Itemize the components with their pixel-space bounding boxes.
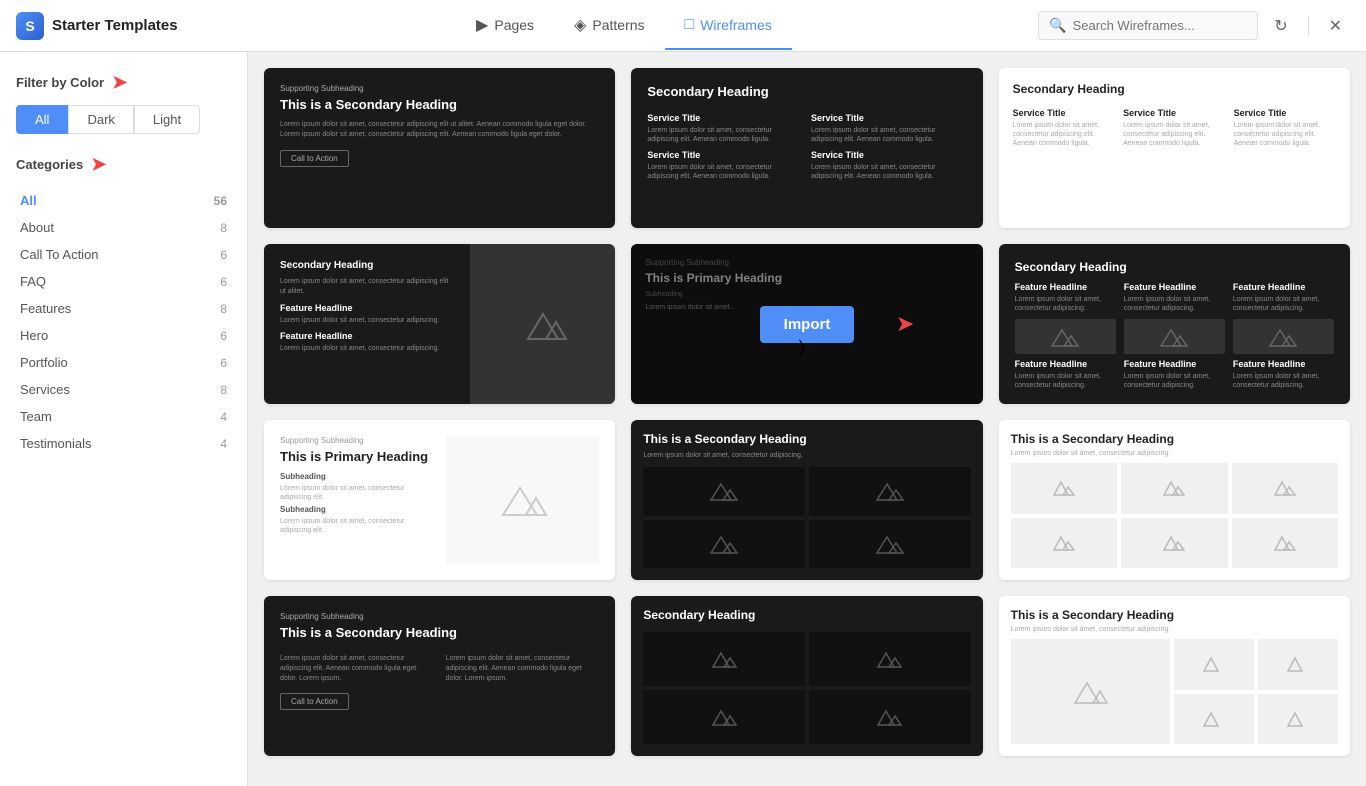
- category-faq[interactable]: FAQ 6: [16, 268, 231, 295]
- categories-arrow-icon: ➤: [91, 154, 106, 175]
- mountain-icon: [1203, 656, 1225, 672]
- filter-light-button[interactable]: Light: [134, 105, 200, 134]
- search-input[interactable]: [1073, 18, 1248, 33]
- category-services[interactable]: Services 8: [16, 376, 231, 403]
- mountain-icon: [709, 533, 739, 555]
- category-testimonials[interactable]: Testimonials 4: [16, 430, 231, 457]
- mountain-icon: [1203, 711, 1225, 727]
- app-logo[interactable]: S Starter Templates: [16, 12, 178, 40]
- close-button[interactable]: ✕: [1321, 12, 1350, 40]
- template-card-1[interactable]: Supporting Subheading This is a Secondar…: [264, 68, 615, 228]
- template-card-9[interactable]: This is a Secondary Heading Lorem ipsum …: [999, 420, 1350, 580]
- mountain-icon: [1053, 480, 1075, 496]
- mountain-icon: [518, 304, 568, 344]
- patterns-icon: ◈: [574, 15, 586, 35]
- category-about[interactable]: About 8: [16, 214, 231, 241]
- templates-grid: Supporting Subheading This is a Secondar…: [264, 68, 1350, 756]
- template-card-11[interactable]: Secondary Heading: [631, 596, 982, 756]
- pages-icon: ▶: [476, 15, 488, 35]
- mountain-icon: [1163, 535, 1185, 551]
- logo-icon: S: [16, 12, 44, 40]
- filter-all-button[interactable]: All: [16, 105, 68, 134]
- filter-buttons: All Dark Light: [16, 105, 231, 134]
- mountain-icon: [498, 480, 548, 520]
- mountain-icon: [1163, 480, 1185, 496]
- categories-header: Categories ➤: [16, 154, 231, 175]
- main-layout: Filter by Color ➤ All Dark Light Categor…: [0, 52, 1366, 786]
- categories-label: Categories: [16, 157, 83, 172]
- topbar: S Starter Templates ▶ Pages ◈ Patterns □…: [0, 0, 1366, 52]
- mountain-icon: [1050, 326, 1080, 348]
- mountain-icon: [1053, 535, 1075, 551]
- mountain-icon: [1287, 656, 1309, 672]
- nav-wireframes[interactable]: □ Wireframes: [665, 2, 792, 50]
- import-button-container: Import ➤ 〉: [760, 306, 855, 343]
- category-hero[interactable]: Hero 6: [16, 322, 231, 349]
- mountain-icon: [875, 533, 905, 555]
- template-card-7[interactable]: Supporting Subheading This is Primary He…: [264, 420, 615, 580]
- template-card-10[interactable]: Supporting Subheading This is a Secondar…: [264, 596, 615, 756]
- template-card-4[interactable]: Secondary Heading Lorem ipsum dolor sit …: [264, 244, 615, 404]
- mountain-icon: [877, 708, 902, 726]
- topbar-divider: [1308, 16, 1309, 36]
- filter-dark-button[interactable]: Dark: [68, 105, 133, 134]
- mountain-icon: [1274, 535, 1296, 551]
- cursor-icon: 〉: [798, 335, 816, 361]
- template-card-6[interactable]: Secondary Heading Feature Headline Lorem…: [999, 244, 1350, 404]
- template-card-5[interactable]: Supporting Subheading This is Primary He…: [631, 244, 982, 404]
- mountain-icon: [712, 650, 737, 668]
- import-arrow-icon: ➤: [896, 311, 914, 337]
- content-area: Supporting Subheading This is a Secondar…: [248, 52, 1366, 786]
- refresh-button[interactable]: ↻: [1266, 12, 1295, 40]
- app-title: Starter Templates: [52, 17, 178, 34]
- filter-header: Filter by Color ➤: [16, 72, 231, 93]
- categories-section: Categories ➤ All 56 About 8 Call To Acti…: [16, 154, 231, 457]
- category-portfolio[interactable]: Portfolio 6: [16, 349, 231, 376]
- filter-label: Filter by Color: [16, 75, 104, 90]
- template-card-8[interactable]: This is a Secondary Heading Lorem ipsum …: [631, 420, 982, 580]
- mountain-icon: [1268, 326, 1298, 348]
- mountain-icon: [1159, 326, 1189, 348]
- sidebar: Filter by Color ➤ All Dark Light Categor…: [0, 52, 248, 786]
- category-all[interactable]: All 56: [16, 187, 231, 214]
- mountain-icon: [875, 480, 905, 502]
- mountain-icon: [877, 650, 902, 668]
- import-overlay: Import ➤ 〉: [631, 244, 982, 404]
- top-nav: ▶ Pages ◈ Patterns □ Wireframes: [210, 1, 1039, 51]
- nav-patterns[interactable]: ◈ Patterns: [554, 1, 664, 51]
- category-call-to-action[interactable]: Call To Action 6: [16, 241, 231, 268]
- template-card-2[interactable]: Secondary Heading Service Title Lorem ip…: [631, 68, 982, 228]
- search-box[interactable]: 🔍: [1038, 11, 1258, 40]
- nav-pages[interactable]: ▶ Pages: [456, 1, 554, 51]
- category-team[interactable]: Team 4: [16, 403, 231, 430]
- filter-section: Filter by Color ➤ All Dark Light: [16, 72, 231, 134]
- template-card-3[interactable]: Secondary Heading Service Title Lorem ip…: [999, 68, 1350, 228]
- topbar-right: 🔍 ↻ ✕: [1038, 11, 1350, 40]
- mountain-icon: [709, 480, 739, 502]
- template-card-12[interactable]: This is a Secondary Heading Lorem ipsum …: [999, 596, 1350, 756]
- mountain-icon: [1287, 711, 1309, 727]
- mountain-icon: [1073, 679, 1108, 705]
- category-list: All 56 About 8 Call To Action 6 FAQ 6 Fe…: [16, 187, 231, 457]
- filter-arrow-icon: ➤: [112, 72, 127, 93]
- wireframes-icon: □: [685, 16, 695, 34]
- search-icon: 🔍: [1049, 17, 1066, 34]
- mountain-icon: [712, 708, 737, 726]
- category-features[interactable]: Features 8: [16, 295, 231, 322]
- mountain-icon: [1274, 480, 1296, 496]
